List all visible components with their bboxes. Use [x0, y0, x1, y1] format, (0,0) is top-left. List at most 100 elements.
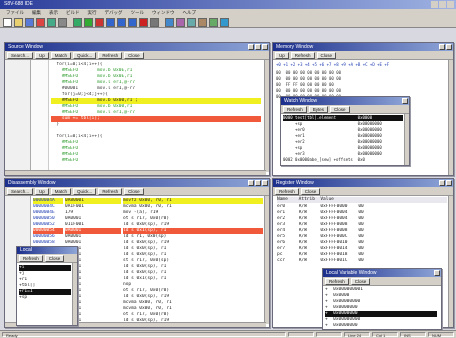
source-vscroll[interactable] [264, 60, 269, 172]
up-button[interactable]: Up [275, 51, 289, 59]
close-button[interactable]: Close [316, 51, 337, 59]
register-row[interactable]: ccr R/W 0xFFFF001C 00 [277, 258, 447, 264]
local-small-window: Local Refresh Close +i +j +r1 +tbl[] +r1=1 +s… [16, 246, 78, 326]
close-button[interactable]: Close [300, 187, 321, 195]
close-icon[interactable] [446, 44, 452, 50]
search-button[interactable]: Search... [7, 51, 34, 59]
local-small-row[interactable]: +sp [19, 295, 71, 301]
reset-icon[interactable] [150, 18, 159, 27]
menu-item[interactable]: ファイル [6, 9, 24, 17]
quick-button[interactable]: Quick... [73, 51, 97, 59]
watch-name: +sp [295, 145, 358, 150]
close-button[interactable]: Close [124, 187, 144, 195]
maximize-icon[interactable] [439, 1, 446, 8]
menu-item[interactable]: ウィンドウ [152, 9, 175, 17]
refresh-button[interactable]: Refresh [275, 187, 299, 195]
register-icon[interactable] [187, 18, 196, 27]
memory-icon[interactable] [176, 18, 185, 27]
status-cell: NUM [428, 332, 454, 338]
close-icon[interactable] [262, 44, 268, 50]
refresh-button[interactable]: Refresh [283, 105, 307, 113]
minimize-icon[interactable] [439, 44, 445, 50]
local-var-expand: + [325, 317, 334, 322]
refresh-button[interactable]: Refresh [98, 187, 123, 195]
new-file-icon[interactable] [3, 18, 12, 27]
close-icon[interactable] [434, 270, 440, 276]
source-icon[interactable] [209, 18, 218, 27]
maximize-icon[interactable] [255, 44, 261, 50]
bytes-button[interactable]: Bytes [308, 105, 329, 113]
save-icon[interactable] [25, 18, 34, 27]
up-button[interactable]: Up [35, 187, 49, 195]
step-out-icon[interactable] [128, 18, 137, 27]
watch-icon[interactable] [165, 18, 174, 27]
watch-name: 0x0000abe_[sew] +offsets [295, 157, 358, 162]
register-value: 0xFFFF000C [320, 234, 359, 239]
close-button[interactable]: Close [330, 105, 350, 113]
menu-item[interactable]: ツール [131, 9, 145, 17]
minimize-icon[interactable] [248, 180, 254, 186]
refresh-button[interactable]: Refresh [325, 277, 349, 285]
close-button[interactable]: Close [44, 254, 65, 262]
minimize-icon[interactable] [248, 44, 254, 50]
memory-vscroll[interactable] [448, 60, 453, 175]
match-button[interactable]: Match [50, 51, 72, 59]
watch-addr [283, 121, 295, 126]
local-var-expand: + [325, 305, 334, 310]
watch-name: +er2 [295, 139, 358, 144]
register-attrib: R/W [298, 210, 321, 215]
refresh-button[interactable]: Refresh [290, 51, 315, 59]
maximize-icon[interactable] [255, 180, 261, 186]
register-value: 0xFFFF0008 [320, 222, 359, 227]
up-button[interactable]: Up [35, 51, 49, 59]
run-icon[interactable] [84, 18, 93, 27]
close-icon[interactable] [447, 1, 454, 8]
open-icon[interactable] [14, 18, 23, 27]
register-value: 0xFFFF0014 [320, 246, 359, 251]
source-gutter [5, 60, 31, 172]
register-attrib: R/W [298, 216, 321, 221]
source-code: for(i=0;i<4;i++){ #MSEFO mov.b 0x0E,r1 #… [51, 62, 261, 164]
refresh-button[interactable]: Refresh [98, 51, 123, 59]
disasm-mnemonics: movfz 0x00, r0, r1 mcvma 0x00, r0, r1 mov … [123, 198, 263, 327]
menu-item[interactable]: ビルド [66, 9, 80, 17]
help-icon[interactable] [220, 18, 229, 27]
minimize-icon[interactable] [431, 1, 438, 8]
local-small-vscroll[interactable] [72, 263, 77, 325]
menu-item[interactable]: デバッグ [105, 9, 123, 17]
local-var-title: Local Variable Window [326, 270, 377, 276]
paste-icon[interactable] [58, 18, 67, 27]
menu-item[interactable]: 表示 [49, 9, 58, 17]
copy-icon[interactable] [47, 18, 56, 27]
step-over-icon[interactable] [117, 18, 126, 27]
disasm-icon[interactable] [198, 18, 207, 27]
menu-item[interactable]: ヘルプ [183, 9, 197, 17]
register-value: 0xFFFF0000 [320, 204, 359, 209]
cut-icon[interactable] [36, 18, 45, 27]
close-button[interactable]: Close [350, 277, 371, 285]
local-var-value: 0x0000000 [333, 311, 358, 316]
quick-button[interactable]: Quick... [73, 187, 97, 195]
step-in-icon[interactable] [106, 18, 115, 27]
close-icon[interactable] [262, 180, 268, 186]
refresh-button[interactable]: Refresh [19, 254, 43, 262]
watch-vscroll[interactable] [404, 114, 409, 165]
menu-item[interactable]: 編集 [32, 9, 41, 17]
minimize-icon[interactable] [439, 180, 445, 186]
search-button[interactable]: Search... [7, 187, 34, 195]
build-icon[interactable] [73, 18, 82, 27]
match-button[interactable]: Match [50, 187, 72, 195]
close-button[interactable]: Close [124, 51, 144, 59]
breakpoint-icon[interactable] [139, 18, 148, 27]
disasm-vscroll[interactable] [264, 196, 269, 324]
register-value: 0xFFFF0004 [320, 216, 359, 221]
source-hscroll[interactable] [5, 170, 266, 175]
stop-icon[interactable] [95, 18, 104, 27]
watch-row[interactable]: 0002 0x0000abe_[sew] +offsets 0x0 [283, 157, 403, 163]
close-icon[interactable] [446, 180, 452, 186]
register-extra: 00 [358, 210, 364, 215]
register-vscroll[interactable] [448, 196, 453, 327]
register-value: 0xFFFF0004 [320, 210, 359, 215]
menu-item[interactable]: 実行 [88, 9, 97, 17]
close-icon[interactable] [402, 98, 408, 104]
